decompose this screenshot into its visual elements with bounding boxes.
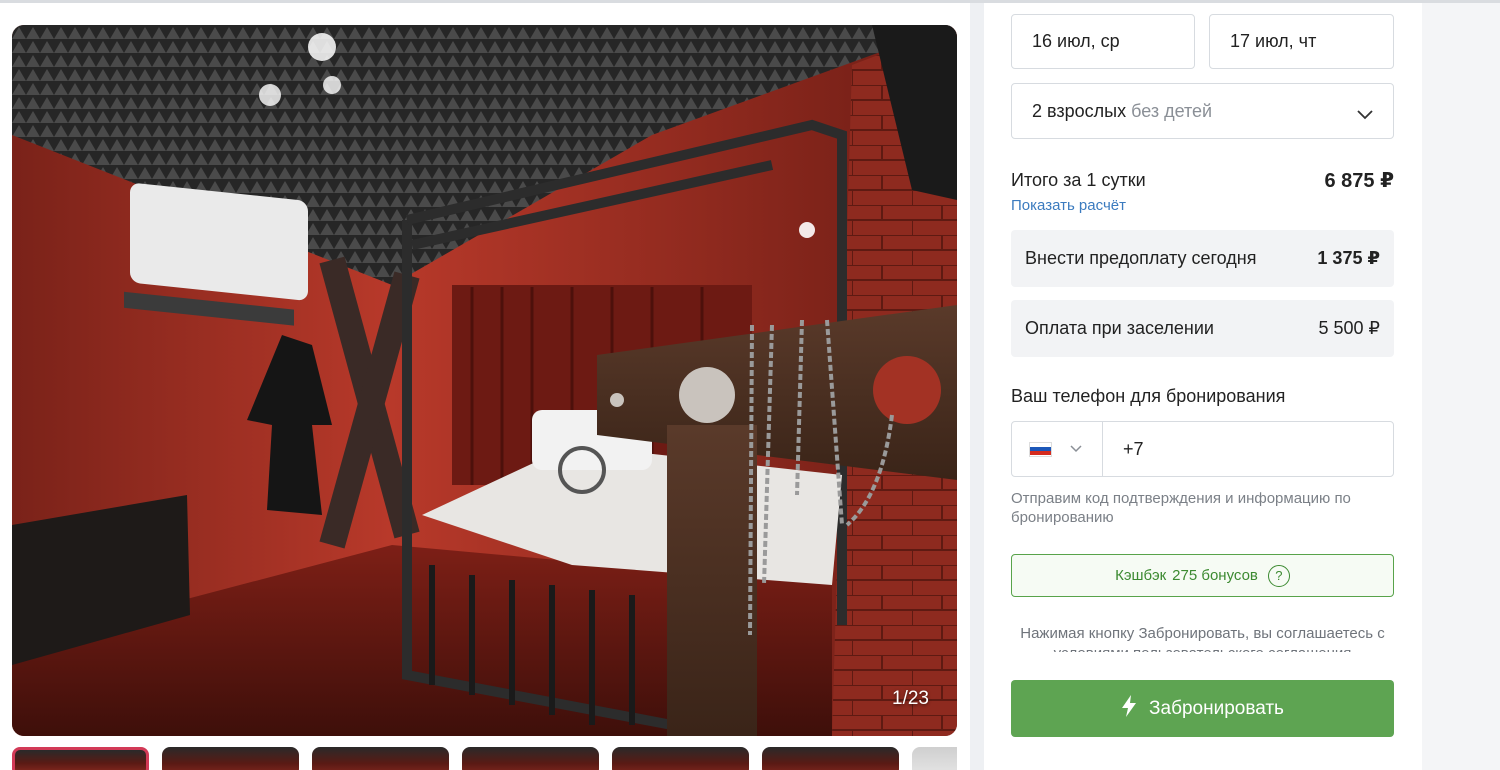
thumbnail[interactable] (162, 747, 299, 770)
phone-input[interactable] (1103, 422, 1393, 476)
phone-hint: Отправим код подтверждения и информацию … (1011, 490, 1351, 526)
show-calculation-link[interactable]: Показать расчёт (1011, 197, 1126, 214)
chevron-down-icon (1357, 104, 1373, 125)
chevron-down-icon (1070, 440, 1082, 458)
onsite-payment-label: Оплата при заселении (1025, 318, 1214, 338)
onsite-payment-row: Оплата при заселении 5 500 ₽ (1011, 300, 1394, 357)
prepayment-label: Внести предоплату сегодня (1025, 248, 1257, 268)
thumbnail[interactable] (312, 747, 449, 770)
prepayment-row: Внести предоплату сегодня 1 375 ₽ (1011, 230, 1394, 287)
onsite-payment-value: 5 500 ₽ (1318, 318, 1381, 338)
checkin-date: 16 июл, ср (1032, 31, 1120, 51)
lightning-icon (1121, 694, 1137, 723)
cashback-label: Кэшбэк (1115, 567, 1167, 584)
cashback-badge[interactable]: Кэшбэк 275 бонусов ? (1011, 554, 1394, 597)
checkout-date: 17 июл, чт (1230, 31, 1317, 51)
thumbnail-strip (12, 747, 957, 770)
cashback-value: 275 бонусов (1172, 567, 1258, 584)
thumbnail[interactable] (462, 747, 599, 770)
thumbnail[interactable] (912, 747, 957, 770)
book-button[interactable]: Забронировать (1011, 680, 1394, 737)
question-circle-icon[interactable]: ? (1267, 564, 1290, 587)
total-label: Итого за 1 сутки (1011, 170, 1146, 190)
terms-text: Нажимая кнопку Забронировать, вы соглаша… (1020, 625, 1385, 652)
guests-children: без детей (1131, 100, 1213, 121)
checkout-date-field[interactable]: 17 июл, чт (1209, 14, 1394, 69)
thumbnail[interactable] (612, 747, 749, 770)
phone-label: Ваш телефон для бронирования (1011, 386, 1286, 406)
thumbnail[interactable] (12, 747, 149, 770)
phone-field (1011, 421, 1394, 477)
guests-select[interactable]: 2 взрослых без детей (1011, 83, 1394, 139)
booking-panel: 16 июл, ср 17 июл, чт 2 взрослых без дет… (984, 3, 1422, 770)
room-photo-illustration (12, 25, 957, 736)
photo-counter: 1/23 (892, 688, 929, 709)
main-photo[interactable]: 1/23 (12, 25, 957, 736)
country-code-select[interactable] (1012, 422, 1103, 476)
prepayment-value: 1 375 ₽ (1317, 248, 1380, 268)
checkin-date-field[interactable]: 16 июл, ср (1011, 14, 1195, 69)
russia-flag-icon (1029, 441, 1052, 457)
book-button-label: Забронировать (1149, 697, 1284, 719)
photo-gallery: 1/23 (0, 3, 970, 770)
total-price: 6 875 ₽ (1324, 170, 1394, 192)
thumbnail[interactable] (762, 747, 899, 770)
page-background-strip (1422, 3, 1500, 770)
guests-adults: 2 взрослых (1032, 100, 1127, 121)
